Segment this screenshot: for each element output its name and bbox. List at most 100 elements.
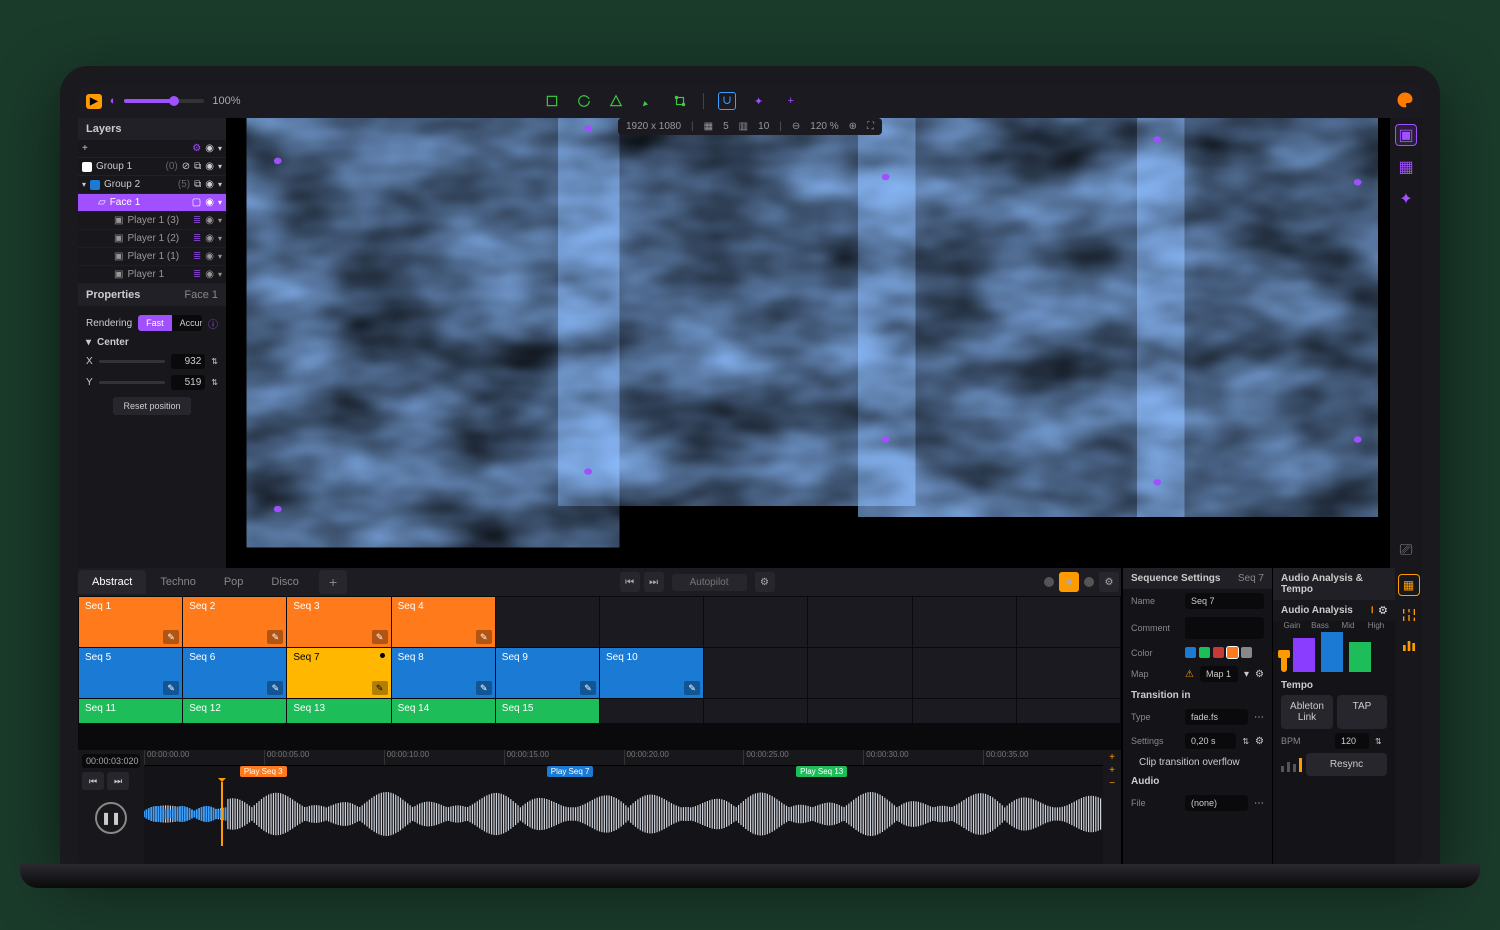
record-active-icon[interactable]: ■ xyxy=(1059,572,1079,592)
add-layer-button[interactable]: + xyxy=(82,143,88,154)
grid-icon[interactable]: ▦ xyxy=(704,121,713,132)
zoom-in-icon[interactable]: ⊕ xyxy=(849,121,857,132)
copy-icon[interactable]: ⧉ xyxy=(194,179,201,190)
media-icon[interactable]: ▶ xyxy=(86,94,102,109)
stack-icon[interactable]: ≣ xyxy=(193,215,201,226)
zoom-out-button[interactable]: − xyxy=(1109,778,1115,789)
monitor-icon[interactable]: ⎚ xyxy=(1395,540,1417,562)
edit-icon[interactable]: ✎ xyxy=(163,630,179,644)
bpm-stepper-icon[interactable]: ⇅ xyxy=(1375,737,1382,746)
zoom-out-icon[interactable]: ⊖ xyxy=(792,121,800,132)
effects-icon[interactable]: ✦ xyxy=(1395,188,1417,210)
timeline-marker[interactable]: Play Seq 13 xyxy=(796,766,847,777)
add-track-button[interactable]: + xyxy=(1109,752,1115,763)
layer-group-2[interactable]: ▾ Group 2 (5) ⧉ ◉ ▾ xyxy=(78,176,226,194)
waveform[interactable] xyxy=(144,782,1103,846)
ableton-link-button[interactable]: Ableton Link xyxy=(1281,695,1333,729)
x-input[interactable]: 932 xyxy=(171,354,205,369)
map-select[interactable]: Map 1 xyxy=(1200,666,1238,682)
skip-fwd-button[interactable]: ⏭ xyxy=(644,572,664,592)
edit-icon[interactable]: ✎ xyxy=(372,630,388,644)
layer-player-1-3[interactable]: ▣ Player 1 (3) ≣ ◉ ▾ xyxy=(78,212,226,230)
viewport[interactable] xyxy=(226,118,1390,568)
chevron-down-icon[interactable]: ▾ xyxy=(218,144,222,153)
copy-icon[interactable]: ⧉ xyxy=(194,161,201,172)
layer-player-1-1[interactable]: ▣ Player 1 (1) ≣ ◉ ▾ xyxy=(78,248,226,266)
pause-button[interactable]: ❚❚ xyxy=(95,802,127,834)
reset-position-button[interactable]: Reset position xyxy=(113,397,190,415)
next-button[interactable]: ⏭ xyxy=(107,772,129,790)
skip-back-button[interactable]: ⏮ xyxy=(620,572,640,592)
add-tab-button[interactable]: + xyxy=(319,570,347,594)
palette-icon[interactable] xyxy=(1396,91,1414,112)
audio-toggle[interactable]: ⏽ xyxy=(1368,605,1376,616)
prev-button[interactable]: ⏮ xyxy=(82,772,104,790)
link-icon[interactable]: ⊘ xyxy=(182,161,190,172)
fit-icon[interactable]: ⛶ xyxy=(867,121,874,132)
sequence-cell[interactable]: Seq 14 xyxy=(392,699,495,723)
edit-icon[interactable]: ✎ xyxy=(267,681,283,695)
tab-pop[interactable]: Pop xyxy=(210,570,258,594)
x-slider[interactable] xyxy=(99,360,166,363)
eye-icon[interactable]: ◉ xyxy=(205,215,214,226)
edit-icon[interactable]: ✎ xyxy=(476,630,492,644)
more-icon[interactable]: ⋯ xyxy=(1254,712,1264,723)
sequence-cell[interactable]: Seq 4✎ xyxy=(392,597,495,647)
tap-button[interactable]: TAP xyxy=(1337,695,1387,729)
record-idle-icon[interactable] xyxy=(1084,577,1094,587)
edit-icon[interactable]: ✎ xyxy=(163,681,179,695)
edit-icon[interactable]: ✎ xyxy=(580,681,596,695)
sequence-cell[interactable]: Seq 13 xyxy=(287,699,390,723)
sequence-cell[interactable]: Seq 10✎ xyxy=(600,648,703,698)
sequence-cell[interactable]: Seq 6✎ xyxy=(183,648,286,698)
stack-icon[interactable]: ≣ xyxy=(193,251,201,262)
sequence-cell[interactable]: Seq 5✎ xyxy=(79,648,182,698)
eye-icon[interactable]: ◉ xyxy=(205,269,214,280)
stepper-icon[interactable]: ⇅ xyxy=(1242,737,1249,746)
layout-mode-icon[interactable]: ▣ xyxy=(1395,124,1417,146)
transform-icon[interactable] xyxy=(671,92,689,110)
sequence-cell[interactable]: Seq 1✎ xyxy=(79,597,182,647)
dropdown-icon[interactable]: ▾ xyxy=(1244,669,1249,680)
levels-icon[interactable] xyxy=(1398,634,1420,656)
sequence-cell[interactable]: Seq 8✎ xyxy=(392,648,495,698)
timeline-ruler[interactable]: 00:00:00.0000:00:05.0000:00:10.0000:00:1… xyxy=(144,750,1103,766)
edit-icon[interactable]: ✎ xyxy=(476,681,492,695)
settings-gear-icon[interactable]: ⚙ xyxy=(1255,736,1264,747)
rotate-icon[interactable] xyxy=(575,92,593,110)
triangle-icon[interactable] xyxy=(607,92,625,110)
eye-icon[interactable]: ◉ xyxy=(205,161,214,172)
color-swatches[interactable] xyxy=(1185,647,1252,658)
autopilot-button[interactable]: Autopilot xyxy=(672,574,747,591)
transition-type-select[interactable]: fade.fs xyxy=(1185,709,1248,725)
output-mode-icon[interactable]: ▦ xyxy=(1395,156,1417,178)
add-icon[interactable]: + xyxy=(782,92,800,110)
sequence-cell[interactable]: Seq 12 xyxy=(183,699,286,723)
eye-icon[interactable]: ◉ xyxy=(205,179,214,190)
sequence-cell[interactable]: Seq 11 xyxy=(79,699,182,723)
record-off-icon[interactable] xyxy=(1044,577,1054,587)
crop-icon[interactable] xyxy=(543,92,561,110)
edit-icon[interactable]: ✎ xyxy=(372,681,388,695)
y-slider[interactable] xyxy=(99,381,166,384)
stack-icon[interactable]: ≣ xyxy=(193,233,201,244)
sequence-cell[interactable]: Seq 15 xyxy=(496,699,599,723)
grid-view-icon[interactable]: ▦ xyxy=(1398,574,1420,596)
stepper-icon[interactable]: ⇅ xyxy=(211,378,218,387)
grid-settings-icon[interactable]: ⚙ xyxy=(1099,572,1119,592)
tab-disco[interactable]: Disco xyxy=(257,570,313,594)
sequence-cell[interactable]: Seq 7✎ xyxy=(287,648,390,698)
audio-settings-icon[interactable]: ⚙ xyxy=(1379,605,1387,616)
map-settings-icon[interactable]: ⚙ xyxy=(1255,669,1264,680)
pen-icon[interactable] xyxy=(639,92,657,110)
opacity-slider[interactable] xyxy=(124,99,204,103)
eye-icon[interactable]: ◉ xyxy=(205,197,214,208)
grid-y-icon[interactable]: ▥ xyxy=(739,121,748,132)
sequence-cell[interactable]: Seq 2✎ xyxy=(183,597,286,647)
filter-icon[interactable]: ⚙ xyxy=(192,143,201,154)
zoom-in-button[interactable]: + xyxy=(1109,765,1115,776)
sequence-cell[interactable]: Seq 9✎ xyxy=(496,648,599,698)
seq-name-input[interactable]: Seq 7 xyxy=(1185,593,1264,609)
stepper-icon[interactable]: ⇅ xyxy=(211,357,218,366)
audio-file-select[interactable]: (none) xyxy=(1185,795,1248,811)
